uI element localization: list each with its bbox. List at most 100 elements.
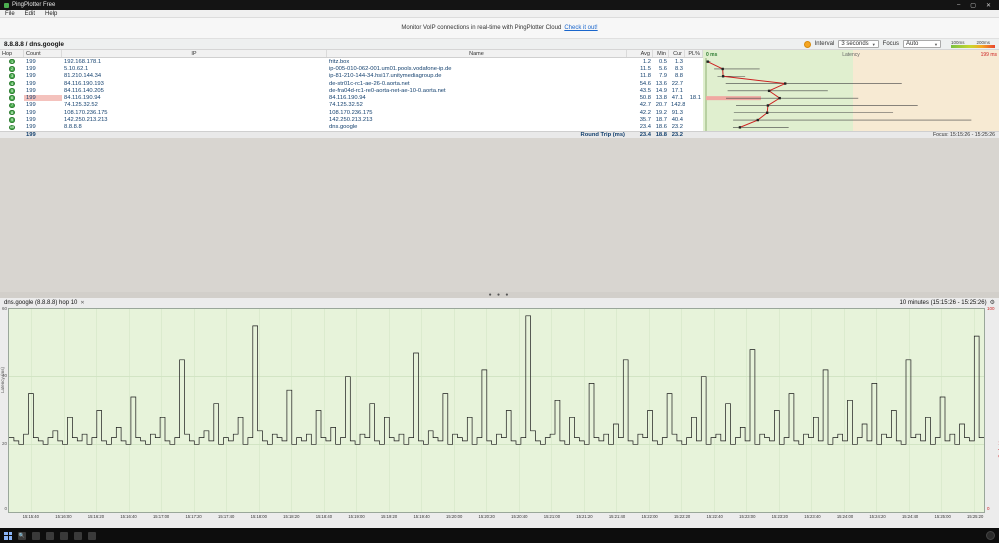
cell-min: 13.8	[655, 95, 667, 102]
cell-ip: 8.8.8.8	[64, 124, 82, 131]
x-tick-label: 15:16:40	[120, 513, 137, 519]
rt-min: 18.8	[655, 131, 667, 138]
cell-name: 74.125.32.52	[329, 102, 363, 109]
cell-min: 19.2	[655, 109, 667, 116]
ytick-60: 60	[1, 305, 7, 311]
menu-bar: File Edit Help	[0, 10, 999, 18]
cell-name: ip-005-010-062-001.um01.pools.vodafone-i…	[329, 65, 452, 72]
taskbar-app-icon[interactable]	[46, 531, 54, 540]
ytick-right-100: 100	[987, 305, 995, 311]
latency-scale-legend: 100ms 200ms	[951, 40, 995, 48]
hop-badge-icon: 4	[9, 80, 15, 87]
menu-file[interactable]: File	[0, 11, 20, 17]
taskbar-app-icon[interactable]	[32, 531, 40, 540]
maximize-button[interactable]: ▢	[970, 2, 976, 9]
focus-value: Auto	[906, 41, 919, 47]
cell-cur: 1.3	[674, 58, 683, 65]
x-tick-label: 15:21:40	[608, 513, 626, 519]
cell-count: 199	[26, 109, 36, 116]
x-tick-label: 15:23:20	[771, 513, 788, 519]
col-header-min[interactable]: Min	[653, 50, 669, 57]
x-tick-label: 15:16:20	[87, 513, 105, 519]
col-header-ip[interactable]: IP	[62, 50, 327, 57]
col-header-avg[interactable]: Avg	[627, 50, 653, 57]
chevron-down-icon: ▼	[871, 41, 876, 47]
hop-badge-icon: 9	[9, 117, 15, 123]
ytick-0: 0	[4, 505, 7, 511]
hop-number: 4	[0, 80, 24, 87]
hop-number: 2	[0, 66, 24, 72]
cell-avg: 11.8	[640, 73, 651, 80]
interval-select[interactable]: 3 seconds ▼	[838, 40, 879, 48]
menu-help[interactable]: Help	[40, 11, 62, 17]
cell-cur: 40.4	[671, 117, 683, 124]
latency-scale-max: 199 ms	[980, 51, 997, 58]
target-address[interactable]: 8.8.8.8 / dns.google	[4, 41, 804, 48]
cell-cur: 22.7	[671, 80, 683, 87]
timeline-pane: dns.google (8.8.8.8) hop 10 ✕ 10 minutes…	[0, 297, 999, 528]
close-button[interactable]: ✕	[986, 2, 991, 9]
taskbar-app-icon[interactable]	[60, 531, 68, 540]
cell-count: 199	[26, 65, 36, 72]
x-tick-label: 15:21:20	[576, 513, 593, 519]
minimize-button[interactable]: –	[957, 2, 960, 9]
chevron-down-icon: ▼	[934, 41, 938, 47]
x-tick-label: 15:22:20	[673, 513, 691, 519]
cell-name: dns.google	[329, 124, 358, 131]
rt-avg: 23.4	[639, 131, 651, 138]
col-header-name[interactable]: Name	[327, 50, 627, 57]
search-icon[interactable]: 🔍	[18, 531, 26, 540]
cell-name: 108.170.236.175	[329, 109, 373, 116]
timeline-title[interactable]: dns.google (8.8.8.8) hop 10	[4, 300, 77, 306]
cell-cur: 8.3	[674, 65, 683, 72]
x-tick-label: 15:18:40	[315, 513, 333, 519]
x-tick-label: 15:20:00	[446, 513, 463, 519]
cell-count: 199	[26, 80, 36, 87]
hop-badge-icon: 6	[9, 95, 15, 101]
hop-latency-graph[interactable]: 0 ms Latency 199 ms	[703, 50, 999, 131]
target-bar: 8.8.8.8 / dns.google Interval 3 seconds …	[0, 39, 999, 50]
timeline-plot[interactable]	[8, 307, 985, 513]
cell-name: ip-81-210-144-34.hsi17.unitymediagroup.d…	[329, 73, 442, 80]
cell-name: de-fra04d-rc1-re0-aorta-net-ae-10-0.aort…	[329, 87, 446, 94]
cell-min: 7.9	[658, 73, 667, 80]
x-tick-label: 15:21:00	[543, 513, 561, 519]
start-button[interactable]	[4, 531, 12, 540]
y-axis-label-left: Latency (ms)	[0, 366, 5, 393]
cell-avg: 23.4	[639, 124, 651, 131]
cell-cur: 142.8	[671, 102, 685, 109]
x-tick-label: 15:24:20	[869, 513, 886, 519]
x-tick-label: 15:20:20	[478, 513, 495, 519]
ytick-right-0: 0	[987, 505, 990, 511]
timeline-range-label[interactable]: 10 minutes (15:15:26 - 15:25:26)	[900, 300, 987, 306]
x-tick-label: 15:17:40	[218, 513, 235, 519]
windows-taskbar: 🔍	[0, 528, 999, 543]
focus-select[interactable]: Auto ▼	[903, 40, 941, 48]
cell-ip: 5.10.62.1	[64, 65, 89, 72]
cell-ip: 108.170.236.175	[64, 109, 108, 116]
col-header-count[interactable]: Count	[24, 50, 62, 57]
hop-number: 6	[0, 95, 24, 101]
col-header-pl[interactable]: PL%	[685, 50, 703, 57]
menu-edit[interactable]: Edit	[20, 11, 40, 17]
cell-avg: 35.7	[639, 117, 651, 124]
cell-ip: 142.250.213.213	[64, 117, 108, 124]
latency-gradient-bar	[951, 45, 995, 48]
cell-ip: 74.125.32.52	[64, 102, 98, 109]
promo-link[interactable]: Check it out!	[564, 25, 597, 31]
alert-status-icon[interactable]	[803, 40, 811, 48]
timeline-plot-svg	[9, 308, 984, 512]
taskbar-app-icon[interactable]	[88, 531, 96, 540]
cell-min: 20.7	[655, 102, 667, 109]
col-header-cur[interactable]: Cur	[669, 50, 685, 57]
col-header-hop[interactable]: Hop	[0, 50, 24, 57]
x-tick-label: 15:24:40	[901, 513, 919, 519]
x-axis-ticks: 15:15:40 15:16:00 15:16:20 15:16:40 15:17:00…	[8, 514, 985, 522]
cell-min: 14.9	[655, 87, 667, 94]
tray-app-icon[interactable]	[986, 531, 995, 540]
title-bar: PingPlotter Free – ▢ ✕	[0, 0, 999, 10]
timeline-close-icon[interactable]: ✕	[80, 300, 84, 306]
cell-ip: 84.116.190.94	[64, 95, 101, 102]
x-tick-label: 15:25:00	[934, 513, 951, 519]
taskbar-app-icon[interactable]	[74, 531, 82, 540]
